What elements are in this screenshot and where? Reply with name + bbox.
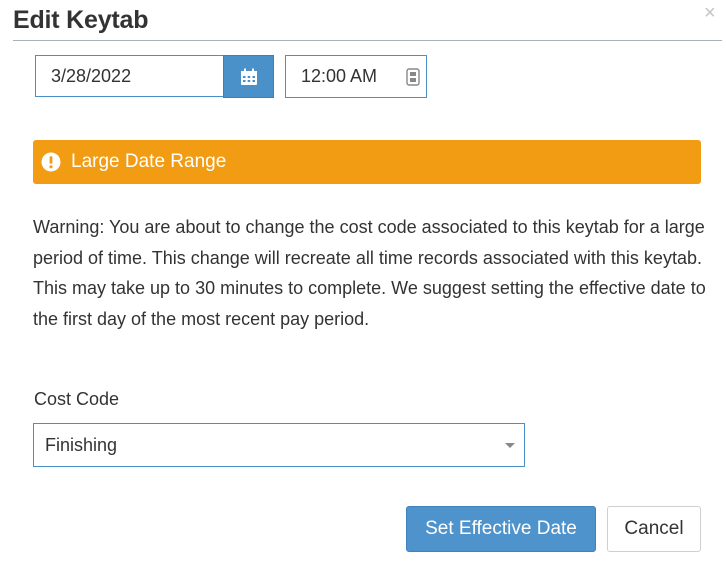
- warning-message: Warning: You are about to change the cos…: [33, 217, 706, 329]
- large-date-range-alert: Large Date Range: [33, 140, 701, 184]
- calendar-icon: [240, 68, 258, 86]
- title-divider: [13, 40, 722, 41]
- dialog-title: Edit Keytab: [13, 6, 149, 34]
- set-effective-date-button[interactable]: Set Effective Date: [406, 506, 596, 552]
- edit-keytab-dialog: Edit Keytab × 3/28/2022 12:00 AM Large D…: [0, 0, 726, 580]
- chevron-down-icon: [505, 443, 515, 448]
- date-picker-button[interactable]: [223, 55, 274, 98]
- alert-title: Large Date Range: [71, 151, 227, 172]
- cost-code-label: Cost Code: [34, 389, 120, 409]
- exclamation-circle-icon: [41, 152, 61, 172]
- effective-date-input[interactable]: 3/28/2022: [35, 55, 223, 97]
- cost-code-select[interactable]: Finishing: [33, 423, 525, 467]
- cancel-button[interactable]: Cancel: [607, 506, 701, 552]
- clock-picker-icon[interactable]: [406, 68, 420, 86]
- close-icon[interactable]: ×: [704, 2, 716, 24]
